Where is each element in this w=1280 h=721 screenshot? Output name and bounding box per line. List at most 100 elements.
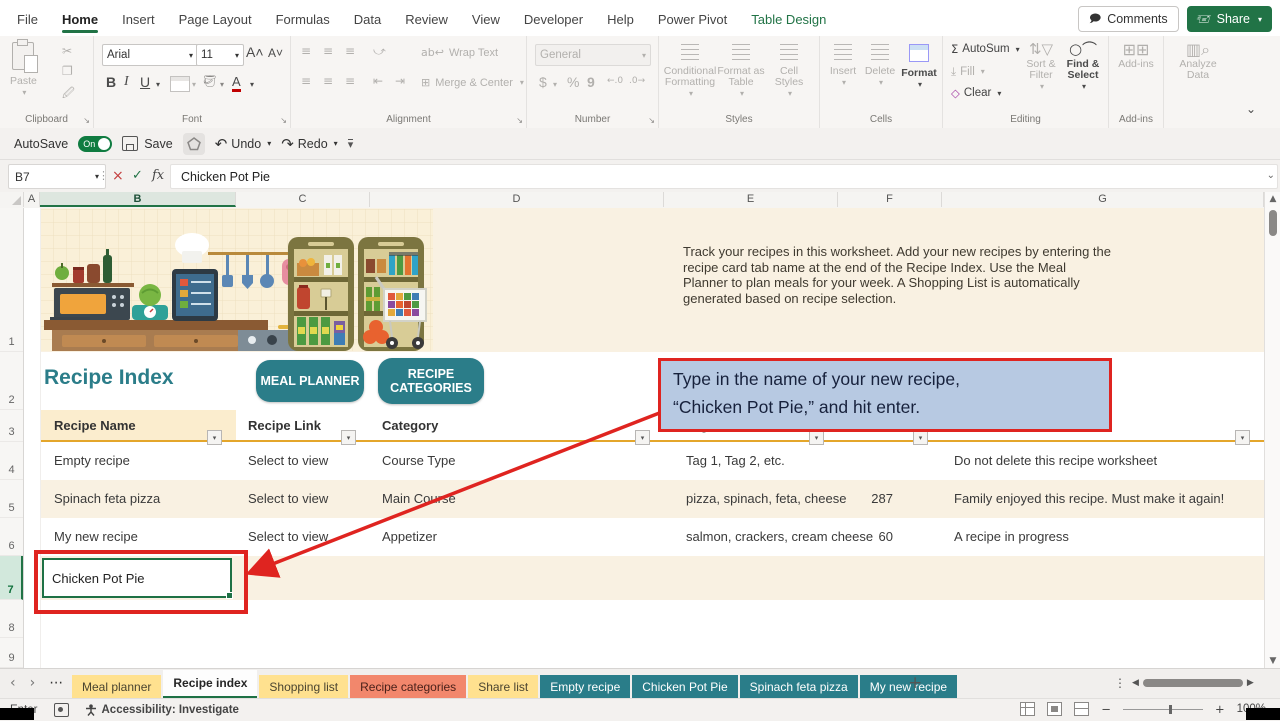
cell-tags[interactable]: pizza, spinach, feta, cheese <box>686 491 846 506</box>
horizontal-scrollbar[interactable]: ◀ ▶ <box>1132 675 1264 691</box>
delete-cells-button[interactable]: Delete ▾ <box>862 44 898 88</box>
sort-filter-button[interactable]: ⇅▽ Sort & Filter ▾ <box>1021 42 1061 92</box>
redo-button[interactable]: ↷ Redo ▾ <box>281 135 337 153</box>
font-name-combo[interactable]: Arial ▾ <box>102 44 198 66</box>
menu-item-view[interactable]: View <box>465 8 507 33</box>
sheet-tab-empty-recipe[interactable]: Empty recipe <box>540 675 631 699</box>
format-painter-icon[interactable]: 🖉 <box>62 84 75 105</box>
meal-planner-button[interactable]: MEAL PLANNER <box>256 360 364 402</box>
menu-item-table-design[interactable]: Table Design <box>744 8 833 33</box>
cell-comments[interactable]: A recipe in progress <box>954 529 1069 544</box>
decrease-font-icon[interactable]: A˅ <box>268 46 283 60</box>
menu-item-power-pivot[interactable]: Power Pivot <box>651 8 734 33</box>
column-header-g[interactable]: G <box>942 192 1264 207</box>
horizontal-scroll-thumb[interactable] <box>1142 679 1243 687</box>
normal-view-icon[interactable] <box>1020 702 1036 716</box>
align-center-icon[interactable]: ≡ <box>323 74 333 88</box>
cell-category[interactable]: Appetizer <box>382 529 437 544</box>
format-as-table-button[interactable]: Format as Table ▾ <box>717 44 765 99</box>
all-sheets-icon[interactable]: ⋯ <box>49 675 63 691</box>
scroll-up-icon[interactable]: ▲ <box>1265 194 1280 204</box>
column-header-d[interactable]: D <box>370 192 664 207</box>
menu-item-file[interactable]: File <box>10 8 45 33</box>
confirm-icon[interactable]: ✓ <box>132 168 143 183</box>
hscroll-left-icon[interactable]: ◀ <box>1132 678 1139 688</box>
cell-name[interactable]: My new recipe <box>54 529 138 544</box>
column-header-c[interactable]: C <box>236 192 370 207</box>
font-size-combo[interactable]: 11 ▾ <box>196 44 244 66</box>
name-box[interactable]: B7 ▾ <box>8 164 106 189</box>
analyze-data-button[interactable]: ▥⌕ Analyze Data <box>1174 42 1222 81</box>
cell-comments[interactable]: Do not delete this recipe worksheet <box>954 453 1157 468</box>
orientation-icon[interactable]: ⤻ <box>373 44 386 59</box>
copy-icon[interactable]: ❐ <box>62 64 73 78</box>
percent-icon[interactable]: % <box>567 74 579 90</box>
clear-button[interactable]: ◇ Clear ▾ <box>951 86 1001 100</box>
sheet-tab-meal-planner[interactable]: Meal planner <box>72 675 162 699</box>
font-color-icon[interactable]: A <box>232 74 241 92</box>
cell-link[interactable]: Select to view <box>248 529 328 544</box>
select-all-corner[interactable] <box>0 192 24 207</box>
number-format-combo[interactable]: General ▾ <box>535 44 651 66</box>
increase-decimal-icon[interactable]: ←.0 <box>607 76 623 86</box>
namebox-separator-dots[interactable]: ⋮ <box>98 169 109 182</box>
wrap-text-button[interactable]: ab↩ Wrap Text <box>421 46 498 59</box>
increase-indent-icon[interactable]: ⇥ <box>395 74 405 88</box>
align-bottom-icon[interactable]: ≡ <box>345 44 355 58</box>
prev-sheet-icon[interactable]: ‹ <box>10 675 16 691</box>
decrease-decimal-icon[interactable]: .0→ <box>629 76 645 86</box>
zoom-slider[interactable] <box>1122 704 1203 714</box>
menu-item-home[interactable]: Home <box>55 8 105 33</box>
menu-item-review[interactable]: Review <box>398 8 455 33</box>
sheet-tab-shopping-list[interactable]: Shopping list <box>259 675 349 699</box>
font-dialog-launcher[interactable]: ↘ <box>280 116 287 125</box>
vertical-scrollbar[interactable]: ▲ ▼ <box>1264 192 1280 668</box>
comments-button[interactable]: 🗩 Comments <box>1077 6 1179 32</box>
formula-input[interactable]: Chicken Pot Pie <box>170 164 1278 189</box>
row-header-7[interactable]: 7 <box>0 556 23 600</box>
recipe-categories-button[interactable]: RECIPE CATEGORIES <box>378 358 484 404</box>
column-header-e[interactable]: E <box>664 192 838 207</box>
borders-icon[interactable] <box>170 76 190 92</box>
find-select-button[interactable]: ○⌒ Find & Select ▾ <box>1063 42 1103 92</box>
save-button[interactable]: Save <box>122 136 173 151</box>
row-header-4[interactable]: 4 <box>0 442 23 480</box>
align-top-icon[interactable]: ≡ <box>301 44 311 58</box>
format-button[interactable]: Format ▾ <box>900 44 938 90</box>
row-header-3[interactable]: 3 <box>0 410 23 442</box>
scroll-down-icon[interactable]: ▼ <box>1265 656 1280 666</box>
share-button[interactable]: 🖅 Share ▾ <box>1186 6 1272 32</box>
menu-item-help[interactable]: Help <box>600 8 641 33</box>
bold-button[interactable]: B <box>106 74 116 90</box>
cell-comments[interactable]: Family enjoyed this recipe. Must make it… <box>954 491 1224 506</box>
sheet-tab-recipe-categories[interactable]: Recipe categories <box>350 675 467 699</box>
row-header-8[interactable]: 8 <box>0 600 23 638</box>
page-layout-view-icon[interactable] <box>1047 702 1063 716</box>
fill-color-icon[interactable]: 🪣︎ <box>202 74 217 88</box>
sheet-tab-recipe-index[interactable]: Recipe index <box>163 670 258 699</box>
cell-name[interactable]: Spinach feta pizza <box>54 491 160 506</box>
page-break-view-icon[interactable] <box>1074 702 1090 716</box>
zoom-in-icon[interactable]: + <box>1215 702 1225 716</box>
vertical-scroll-thumb[interactable] <box>1269 210 1277 236</box>
increase-font-icon[interactable]: A˄ <box>246 44 264 60</box>
decrease-indent-icon[interactable]: ⇤ <box>373 74 383 88</box>
cell-calories[interactable]: 287 <box>838 491 893 506</box>
sheet-tab-chicken-pot-pie[interactable]: Chicken Pot Pie <box>632 675 738 699</box>
cell-tags[interactable]: Tag 1, Tag 2, etc. <box>686 453 785 468</box>
addins-button[interactable]: ⊞⊞ Add-ins <box>1117 42 1155 70</box>
column-header-a[interactable]: A <box>24 192 40 207</box>
cell-link[interactable]: Select to view <box>248 491 328 506</box>
cell-styles-button[interactable]: Cell Styles ▾ <box>767 44 811 99</box>
zoom-slider-thumb[interactable] <box>1168 704 1172 714</box>
cut-icon[interactable]: ✂ <box>62 44 72 58</box>
cell-category[interactable]: Main Course <box>382 491 456 506</box>
currency-icon[interactable]: $ <box>539 74 547 90</box>
cell-category[interactable]: Course Type <box>382 453 455 468</box>
row-header-2[interactable]: 2 <box>0 352 23 410</box>
autosum-button[interactable]: Σ AutoSum ▾ <box>951 42 1020 56</box>
macro-record-icon[interactable] <box>53 703 69 717</box>
italic-button[interactable]: I <box>124 74 129 90</box>
insert-cells-button[interactable]: Insert ▾ <box>826 44 860 88</box>
next-sheet-icon[interactable]: › <box>30 675 36 691</box>
